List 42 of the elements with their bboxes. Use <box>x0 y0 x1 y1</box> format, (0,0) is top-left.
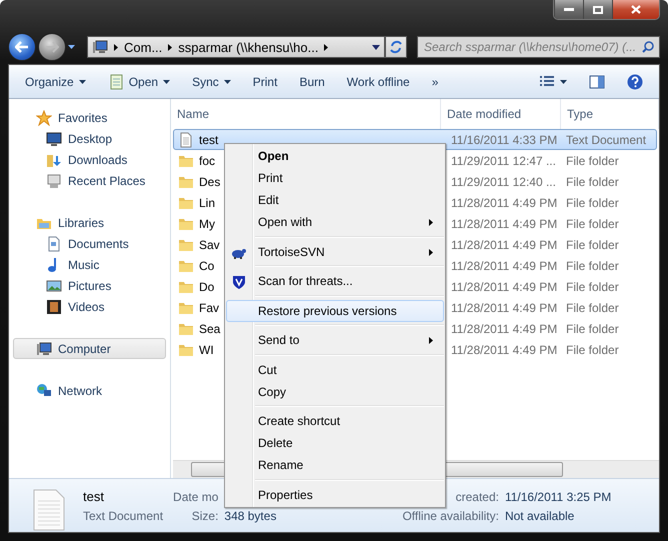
file-name: My <box>199 216 215 230</box>
property-label: Size: <box>190 509 218 523</box>
file-name: Fav <box>199 300 220 314</box>
type-cell-text: File folder <box>565 280 620 294</box>
file-name: Lin <box>199 196 216 210</box>
date-cell-text: 11/28/2011 4:49 PM <box>450 238 558 252</box>
type-cell-text: File folder <box>565 322 620 336</box>
file-name: Sav <box>199 238 220 252</box>
type-cell-text: File folder <box>565 154 620 168</box>
date-cell-text: 11/29/2011 12:47 ... <box>450 154 557 168</box>
type-cell-text: File folder <box>565 196 620 210</box>
date-cell-text: 11/28/2011 4:49 PM <box>450 280 558 294</box>
property-value: 11/16/2011 3:25 PM <box>504 490 612 504</box>
file-name: foc <box>199 154 216 168</box>
date-cell-text: 11/28/2011 4:49 PM <box>450 300 558 314</box>
date-cell-text: 11/28/2011 4:49 PM <box>450 342 558 356</box>
file-name: Des <box>199 174 220 188</box>
file-type: Text Document <box>83 508 164 524</box>
file-name: Do <box>199 280 214 294</box>
date-cell-text: 11/28/2011 4:49 PM <box>450 216 558 230</box>
type-cell-text: File folder <box>565 300 620 314</box>
date-cell-text: 11/28/2011 4:49 PM <box>450 258 558 272</box>
type-cell-text: File folder <box>565 342 620 356</box>
file-name: WI <box>199 342 214 356</box>
date-cell-text: 11/29/2011 12:40 ... <box>450 174 557 188</box>
property-value: 348 bytes <box>224 509 276 523</box>
type-cell-text: File folder <box>565 258 620 272</box>
file-name: test <box>83 489 105 505</box>
type-cell-text: File folder <box>565 238 620 252</box>
property-label: Offline availability: <box>402 509 499 523</box>
date-cell-text: 11/28/2011 4:49 PM <box>450 196 558 210</box>
type-cell-text: File folder <box>565 174 620 188</box>
file-name: test <box>199 132 218 146</box>
property-label: created: <box>454 490 499 504</box>
date-cell-text: 11/16/2011 4:33 PM <box>450 132 558 146</box>
type-cell-text: File folder <box>565 216 620 230</box>
property-label: Date mo <box>173 490 218 504</box>
type-cell-text: Text Document <box>565 132 648 146</box>
property-value: Not available <box>504 509 576 523</box>
file-name: Sea <box>199 322 220 336</box>
date-cell-text: 11/28/2011 4:49 PM <box>450 322 558 336</box>
file-name: Co <box>199 258 214 272</box>
